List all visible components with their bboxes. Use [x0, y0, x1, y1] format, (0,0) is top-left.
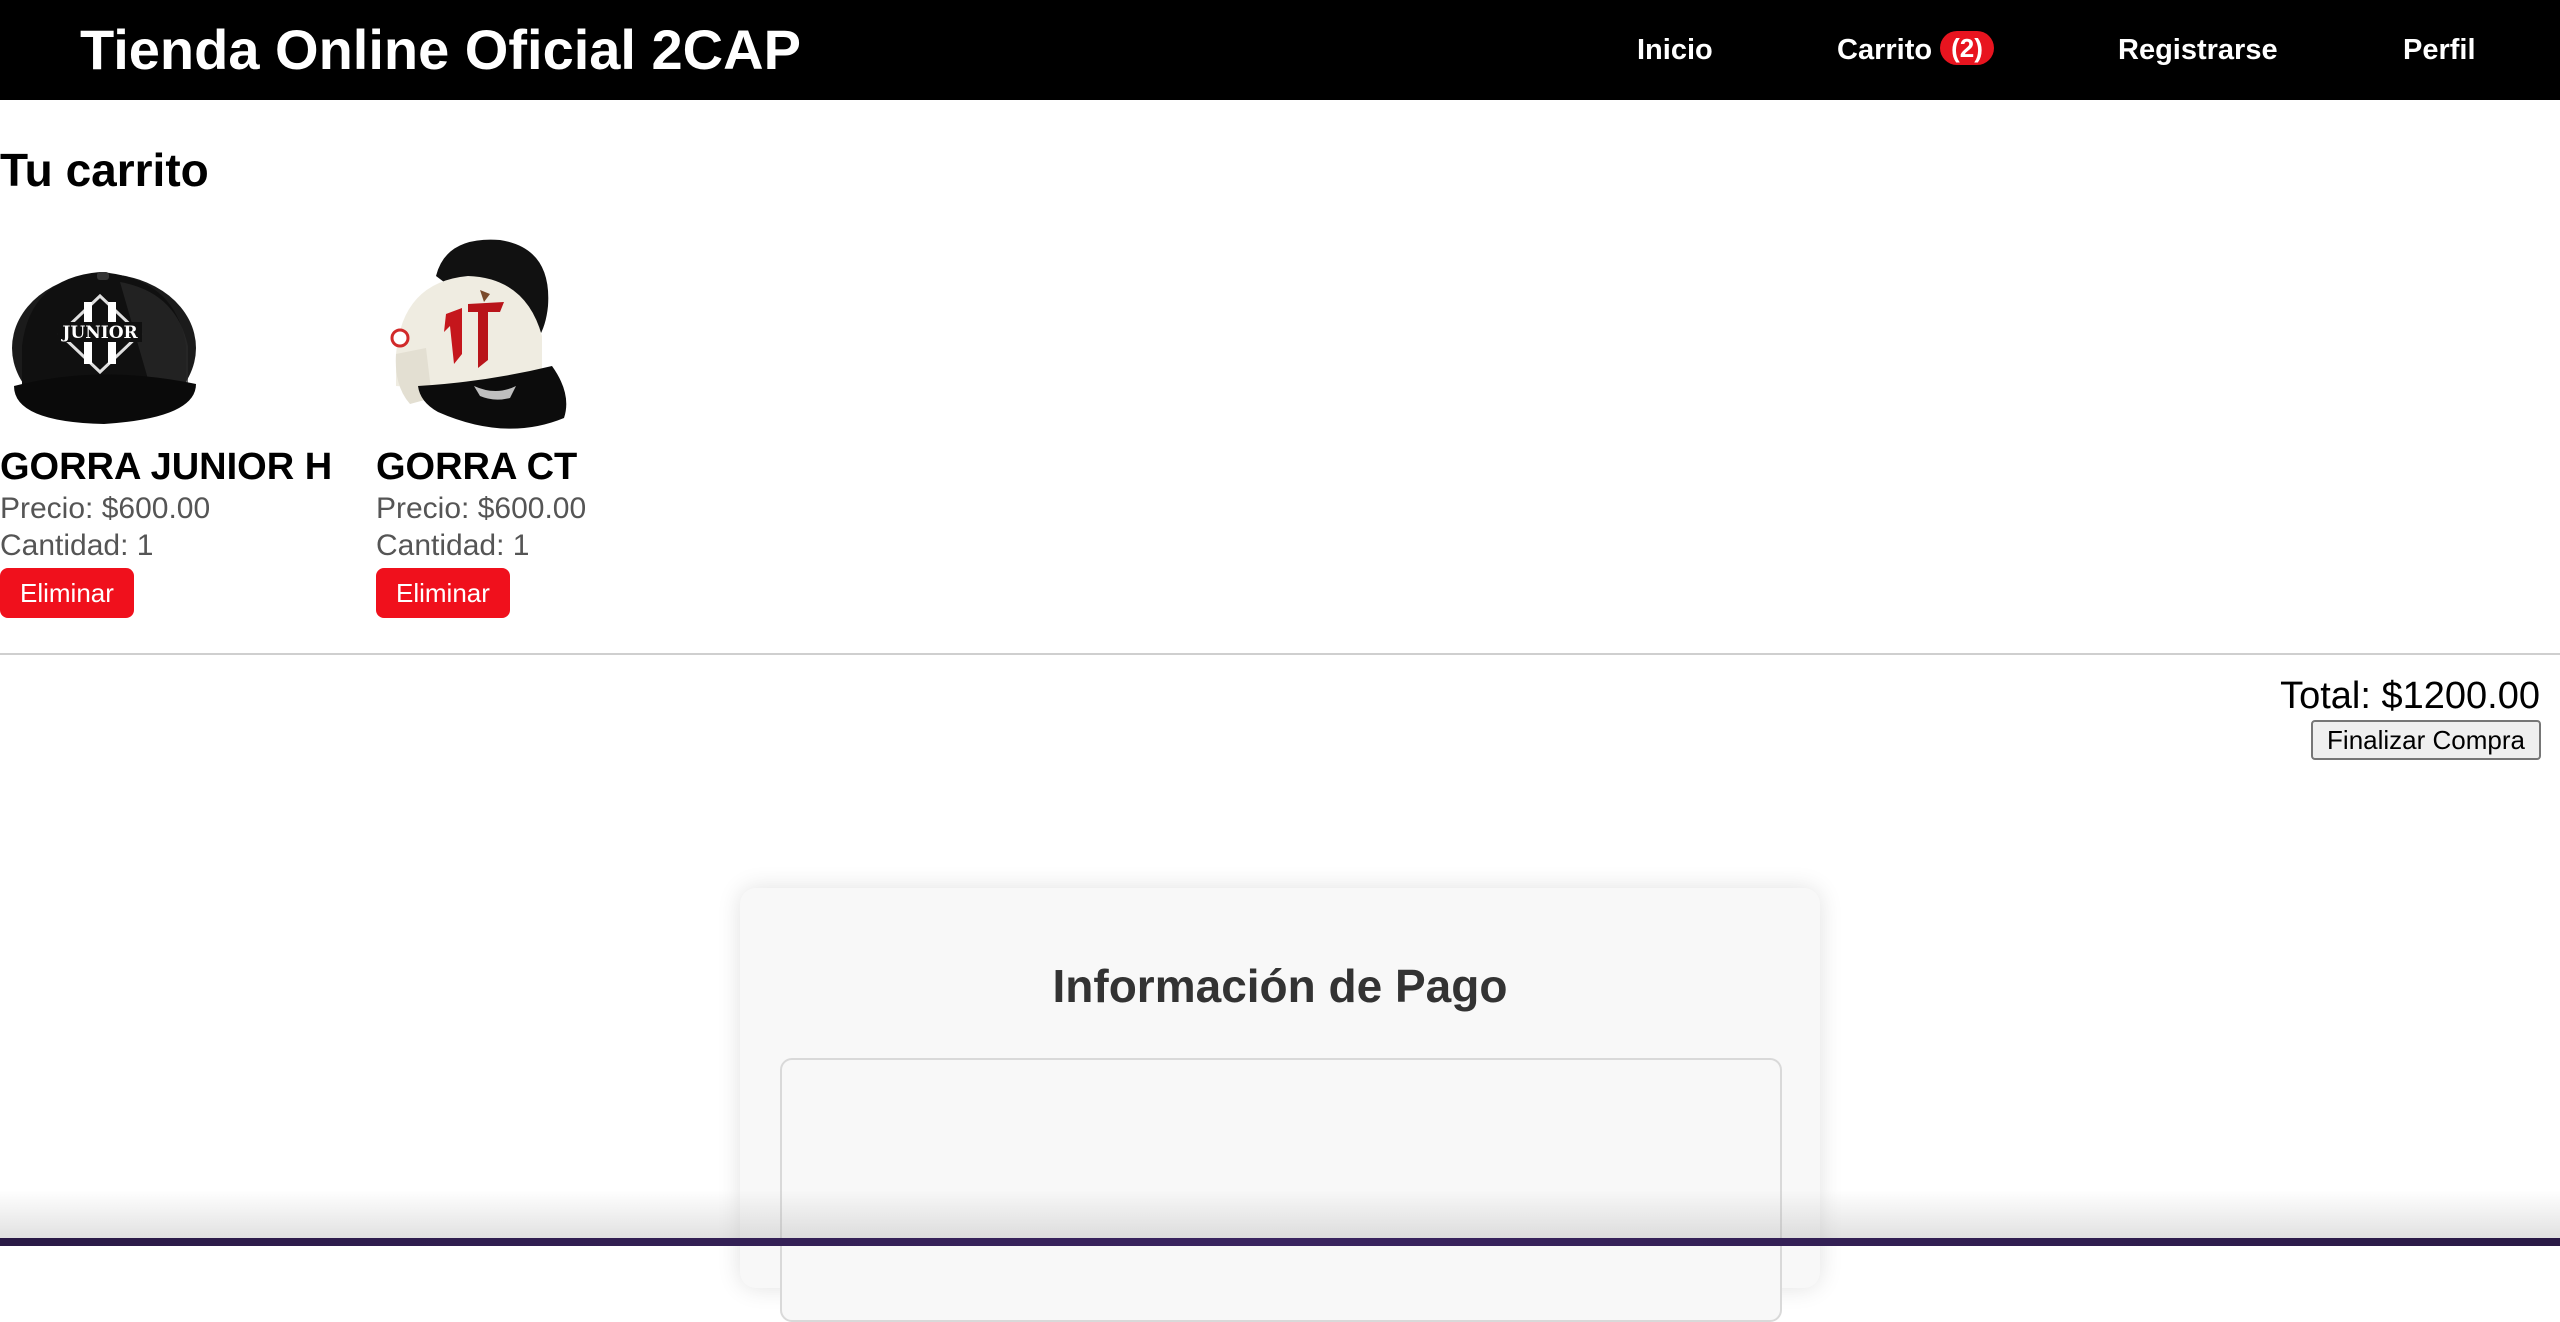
nav-link-carrito-label: Carrito — [1837, 34, 1933, 66]
cart-item: JUNIOR GORRA JUNIOR H Precio: $600.00 Ca… — [0, 236, 360, 618]
product-name: GORRA CT — [376, 446, 578, 488]
product-price: Precio: $600.00 — [376, 492, 587, 525]
store-brand-title[interactable]: Tienda Online Oficial 2CAP — [80, 18, 801, 82]
product-quantity: Cantidad: 1 — [376, 529, 530, 562]
nav-link-inicio[interactable]: Inicio — [1637, 30, 1713, 70]
product-image-logo-text: JUNIOR — [60, 323, 138, 343]
product-image-ct-cap — [390, 239, 567, 429]
payment-info-card: Información de Pago — [740, 888, 1820, 1322]
product-quantity: Cantidad: 1 — [0, 529, 154, 562]
remove-item-button[interactable]: Eliminar — [376, 568, 510, 618]
top-nav-bar: Tienda Online Oficial 2CAP Inicio Carrit… — [0, 0, 2560, 100]
section-divider — [0, 653, 2560, 655]
nav-link-perfil[interactable]: Perfil — [2403, 30, 2476, 70]
checkout-button[interactable]: Finalizar Compra — [2311, 720, 2541, 760]
payment-info-title: Información de Pago — [1052, 960, 1508, 1012]
nav-link-registrarse[interactable]: Registrarse — [2118, 30, 2278, 70]
cart-title: Tu carrito — [0, 144, 209, 196]
product-price: Precio: $600.00 — [0, 492, 211, 525]
cart-count-badge: (2) — [1940, 31, 1994, 65]
nav-link-carrito[interactable]: Carrito (2) — [1837, 30, 1994, 70]
product-name: GORRA JUNIOR H — [0, 446, 333, 488]
product-image-junior-h-cap: JUNIOR — [12, 272, 196, 424]
payment-form-frame[interactable] — [780, 1058, 1782, 1322]
cart-total: Total: $1200.00 — [2280, 675, 2540, 717]
cart-item: GORRA CT Precio: $600.00 Cantidad: 1 Eli… — [376, 236, 736, 618]
remove-item-button[interactable]: Eliminar — [0, 568, 134, 618]
window-bottom-edge — [0, 1238, 2560, 1246]
